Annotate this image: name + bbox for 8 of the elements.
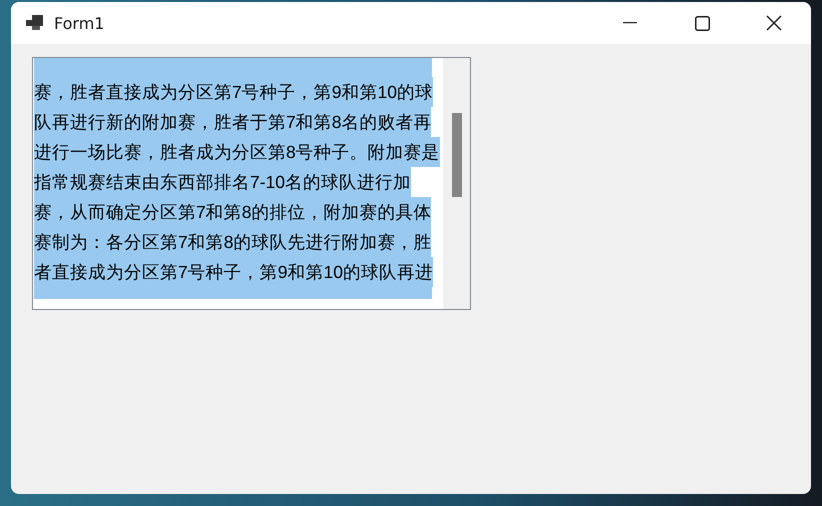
app-icon [26,15,44,31]
text-area[interactable]: 赛，胜者直接成为分区第7号种子，第9和第10的球 队再进行新的附加赛，胜者于第7和第8名的败者再 进行一场比赛，胜者成为分区第8号种子。附加赛是 指常规赛结束由东西部排名7-10名的球队进行加 赛，从而确定分区第7和第8的排位，附加赛的具体 赛制为：各分区第7和第8的球队先进行附加赛，胜 者直接成为分区第7号种子，第9和第10的球队再进 [32,57,471,310]
maximize-icon [694,16,710,30]
scrollbar-thumb[interactable] [452,113,462,197]
minimize-icon [623,22,637,24]
close-icon [766,15,782,31]
scrollbar[interactable] [443,58,470,309]
window-title: Form1 [54,14,104,32]
